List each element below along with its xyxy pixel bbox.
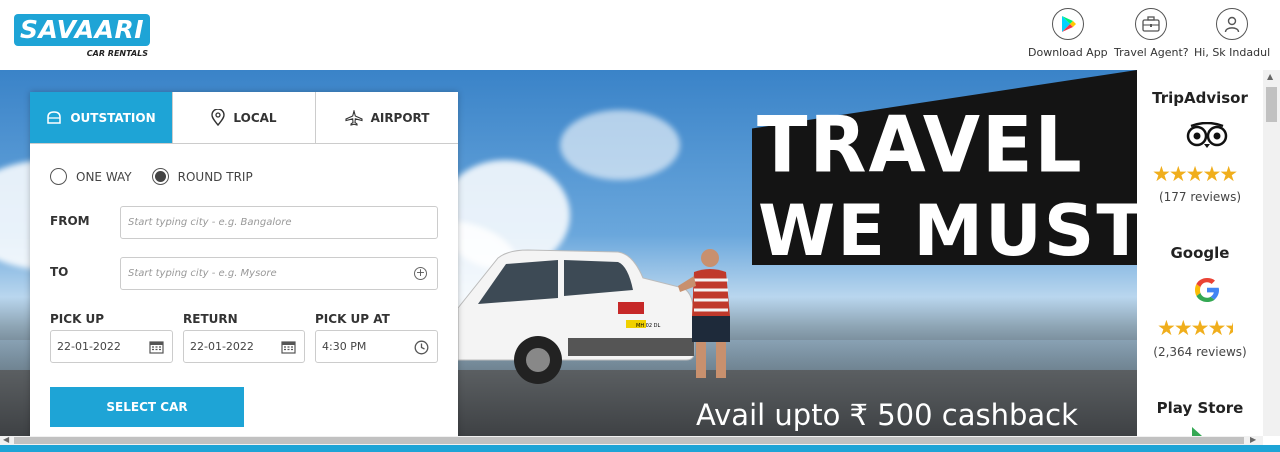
- bottom-accent-bar: [0, 445, 1280, 452]
- user-account-link[interactable]: Hi, Sk Indadul: [1194, 8, 1270, 59]
- play-store-icon: [1051, 8, 1084, 40]
- user-greeting: Hi, Sk Indadul: [1194, 46, 1271, 59]
- return-date-value: 22-01-2022: [190, 340, 254, 353]
- cashback-offer: Avail upto ₹ 500 cashback: [696, 398, 1078, 432]
- select-car-button[interactable]: SELECT CAR: [50, 387, 244, 427]
- tab-outstation[interactable]: OUTSTATION: [30, 92, 173, 143]
- trip-type-group: ONE WAY ROUND TRIP: [50, 168, 253, 185]
- booking-widget: OUTSTATION LOCAL AIRPORT ONE WAY ROUND T…: [30, 92, 458, 452]
- tab-airport[interactable]: AIRPORT: [316, 92, 458, 143]
- from-input[interactable]: Start typing city - e.g. Bangalore: [120, 206, 438, 239]
- pickup-time-input[interactable]: 4:30 PM: [315, 330, 438, 363]
- scroll-up-arrow-icon[interactable]: ▲: [1267, 72, 1273, 81]
- pickup-at-label: PICK UP AT: [315, 312, 390, 326]
- calendar-icon: [149, 341, 164, 354]
- airplane-icon: [345, 109, 363, 126]
- google-g-icon[interactable]: [1191, 274, 1223, 306]
- tab-outstation-label: OUTSTATION: [70, 110, 156, 125]
- tripadvisor-stars: ★★★★★: [1152, 162, 1238, 186]
- license-plate: MH 02 DL: [636, 323, 660, 329]
- tab-local-label: LOCAL: [233, 110, 277, 125]
- user-icon: [1216, 8, 1249, 40]
- google-stars: ★★★★★: [1157, 316, 1233, 340]
- vertical-scrollbar[interactable]: ▲: [1263, 70, 1280, 436]
- calendar-icon: [281, 341, 296, 354]
- google-title: Google: [1170, 244, 1230, 262]
- radio-unchecked-icon: [50, 168, 67, 185]
- horizontal-scroll-thumb[interactable]: [14, 437, 1244, 444]
- round-trip-label: ROUND TRIP: [177, 169, 253, 184]
- scroll-right-arrow-icon[interactable]: ▶: [1250, 435, 1256, 444]
- cloud: [560, 110, 680, 180]
- google-review-count: (2,364 reviews): [1153, 345, 1247, 359]
- savaari-logo[interactable]: SAVAARI CAR RENTALS: [14, 14, 150, 62]
- travel-agent-link[interactable]: Travel Agent?: [1114, 8, 1189, 59]
- logo-text: SAVAARI: [20, 15, 145, 44]
- location-pin-icon: [211, 109, 226, 126]
- briefcase-icon: [1135, 8, 1168, 40]
- pickup-date-value: 22-01-2022: [57, 340, 121, 353]
- one-way-label: ONE WAY: [76, 169, 132, 184]
- headline-travel: TRAVEL: [757, 99, 1084, 191]
- round-trip-radio[interactable]: ROUND TRIP: [151, 168, 253, 185]
- download-app-label: Download App: [1028, 46, 1108, 59]
- tab-airport-label: AIRPORT: [370, 110, 430, 125]
- to-placeholder: Start typing city - e.g. Mysore: [128, 268, 277, 279]
- scroll-left-arrow-icon[interactable]: ◀: [3, 435, 9, 444]
- one-way-radio[interactable]: ONE WAY: [50, 168, 132, 185]
- play-store-icon[interactable]: [1190, 427, 1208, 436]
- radio-checked-icon: [151, 168, 169, 185]
- tab-local[interactable]: LOCAL: [173, 92, 316, 143]
- download-app-link[interactable]: Download App: [1028, 8, 1108, 59]
- car-illustration: MH 02 DL: [458, 249, 695, 384]
- tripadvisor-owl-icon[interactable]: [1186, 122, 1228, 148]
- person-illustration: [678, 249, 730, 378]
- add-stop-icon[interactable]: +: [414, 267, 427, 280]
- car-icon: [47, 110, 62, 124]
- horizontal-scrollbar[interactable]: ◀ ▶: [0, 435, 1263, 445]
- return-label: RETURN: [183, 312, 238, 326]
- pickup-date-input[interactable]: 22-01-2022: [50, 330, 173, 363]
- clock-icon: [414, 340, 429, 355]
- play-store-title: Play Store: [1156, 399, 1244, 417]
- to-input[interactable]: Start typing city - e.g. Mysore +: [120, 257, 438, 290]
- reviews-sidebar: TripAdvisor ★★★★★ (177 reviews) Google ★…: [1137, 70, 1263, 436]
- tripadvisor-review-count: (177 reviews): [1158, 190, 1242, 204]
- top-header: SAVAARI CAR RENTALS Download App Travel …: [0, 0, 1280, 71]
- logo-tagline: CAR RENTALS: [86, 49, 148, 58]
- booking-tabs: OUTSTATION LOCAL AIRPORT: [30, 92, 458, 144]
- travel-agent-label: Travel Agent?: [1114, 46, 1189, 59]
- pickup-label: PICK UP: [50, 312, 105, 326]
- to-label: TO: [50, 265, 69, 279]
- pickup-time-value: 4:30 PM: [322, 340, 367, 353]
- from-label: FROM: [50, 214, 90, 228]
- from-placeholder: Start typing city - e.g. Bangalore: [128, 217, 292, 228]
- tripadvisor-title: TripAdvisor: [1152, 89, 1248, 107]
- headline-we-must: WE MUST: [758, 190, 1137, 272]
- vertical-scroll-thumb[interactable]: [1266, 87, 1277, 122]
- return-date-input[interactable]: 22-01-2022: [183, 330, 305, 363]
